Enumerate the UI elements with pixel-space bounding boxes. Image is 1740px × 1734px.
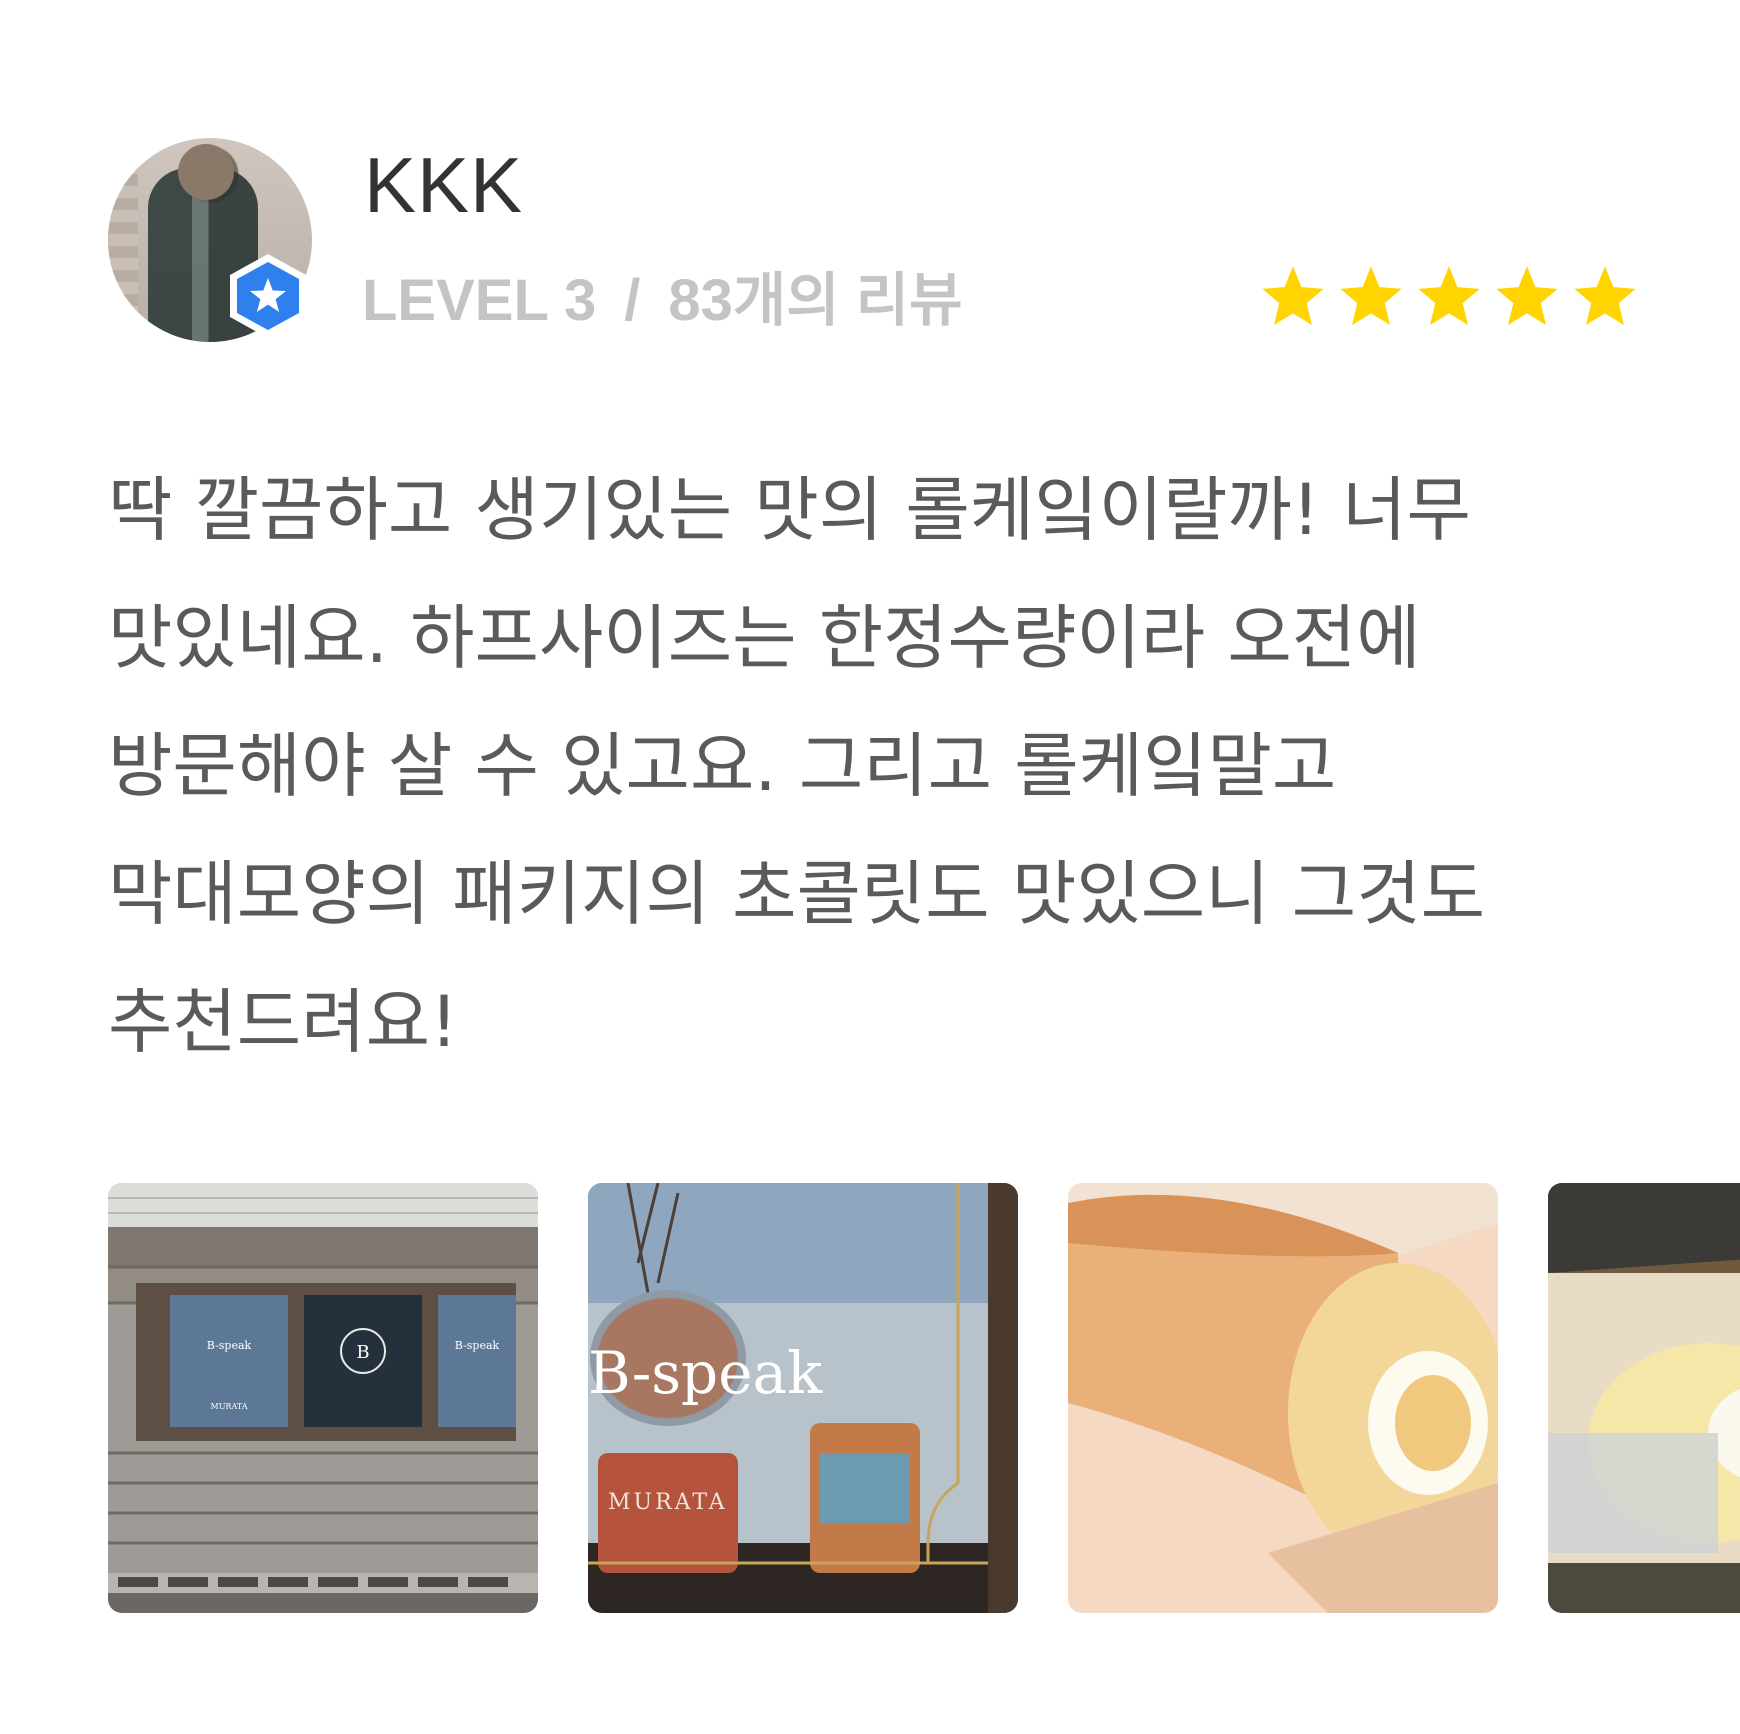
svg-text:B: B [356, 1342, 369, 1363]
window-sign-text: B-speak [588, 1339, 823, 1407]
star-icon [1340, 266, 1402, 325]
avatar-head [178, 144, 234, 200]
review-photo-roll-cake-box[interactable] [1548, 1183, 1740, 1613]
level-star-badge-icon [230, 254, 306, 338]
star-icon [1574, 266, 1636, 325]
star-icon [1496, 266, 1558, 325]
review-photo-shop-front[interactable]: B B-speak B-speak MURATA [108, 1183, 538, 1613]
shop-brand-text: MURATA [211, 1402, 248, 1411]
user-meta: LEVEL 3/83개의 리뷰 [362, 272, 962, 330]
review-photo-roll-cake[interactable] [1068, 1183, 1498, 1613]
user-level: LEVEL 3 [362, 268, 597, 333]
star-icon [1262, 266, 1324, 325]
photo-strip[interactable]: B B-speak B-speak MURATA B-speak MURATA [108, 1183, 1740, 1613]
shop-sign-text: B-speak [207, 1339, 252, 1352]
star-icon [1418, 266, 1480, 325]
user-name[interactable]: KKK [364, 146, 523, 224]
review-card: KKK LEVEL 3/83개의 리뷰 딱 깔끔하고 생기있는 맛의 롤케잌이랄… [0, 0, 1740, 1734]
review-photo-shop-window[interactable]: B-speak MURATA [588, 1183, 1018, 1613]
review-text: 딱 깔끔하고 생기있는 맛의 롤케잌이랄까! 너무 맛있네요. 하프사이즈는 한… [108, 469, 1486, 1063]
rating-stars [1258, 262, 1640, 332]
avatar-background [108, 138, 138, 342]
shop-sign-text-right: B-speak [455, 1339, 500, 1352]
review-count: 83개의 리뷰 [668, 268, 963, 333]
window-brand-text: MURATA [608, 1490, 728, 1515]
meta-separator: / [624, 268, 641, 333]
